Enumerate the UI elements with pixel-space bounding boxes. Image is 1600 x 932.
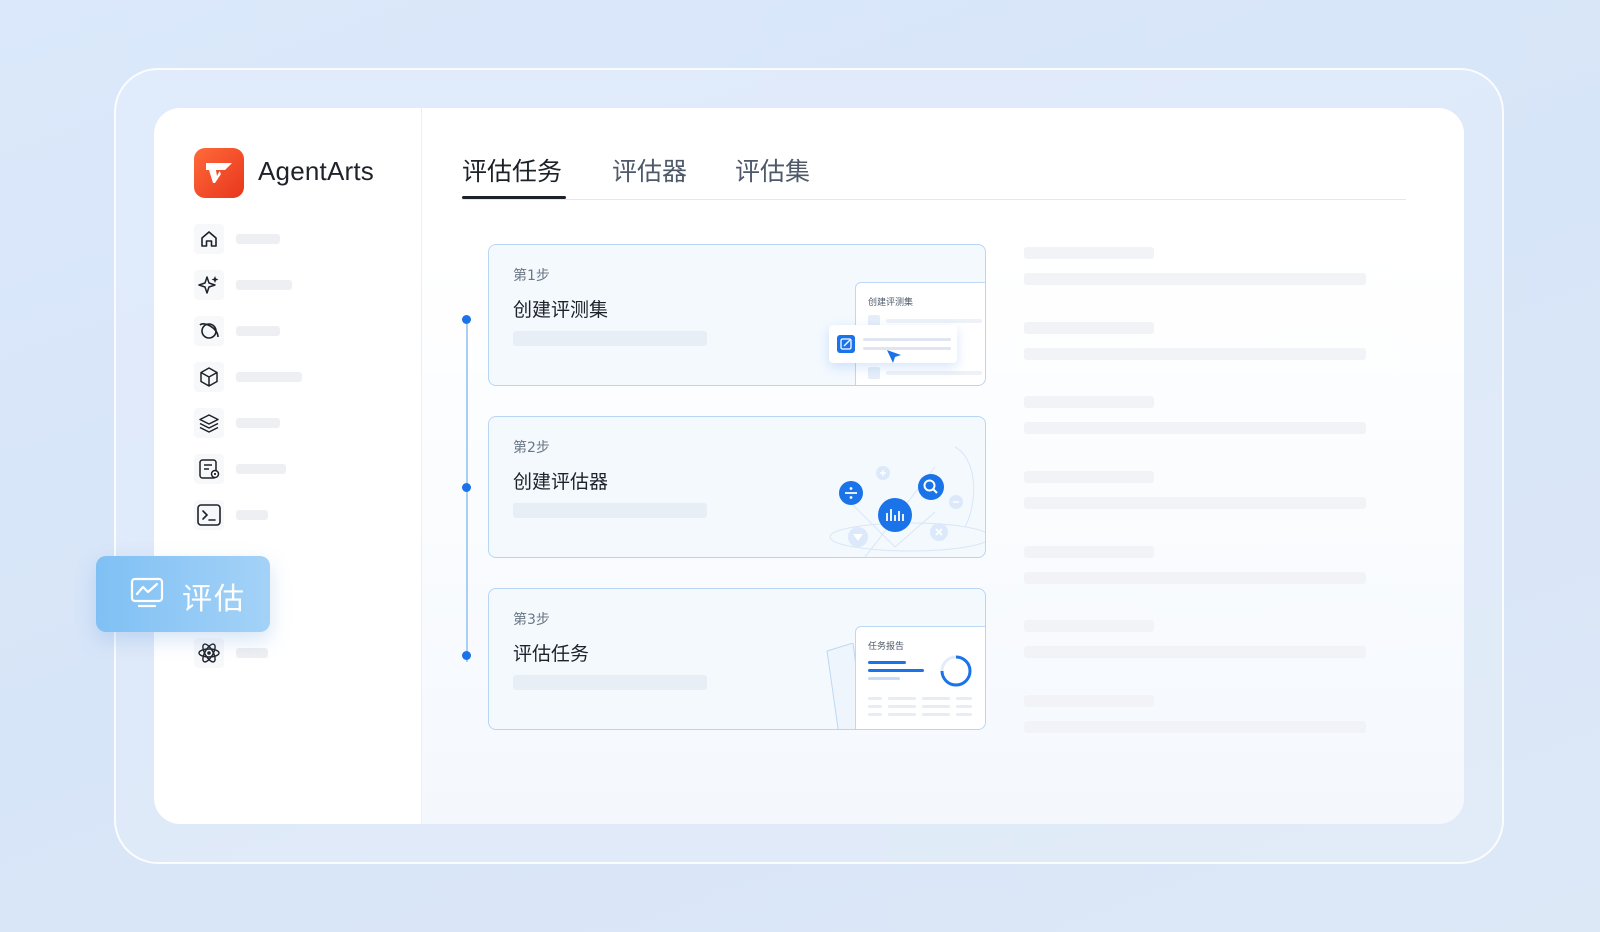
placeholder-line bbox=[1024, 572, 1366, 584]
home-icon bbox=[194, 224, 224, 254]
document-settings-icon bbox=[194, 454, 224, 484]
sidebar-item-agents[interactable] bbox=[194, 270, 394, 302]
placeholder-heading bbox=[1024, 247, 1154, 259]
sidebar-label-placeholder bbox=[236, 372, 302, 382]
placeholder-heading bbox=[1024, 546, 1154, 558]
cube-icon bbox=[194, 362, 224, 392]
sidebar-item-home[interactable] bbox=[194, 224, 394, 256]
sidebar-item-integrations[interactable] bbox=[194, 638, 394, 670]
app-name: AgentArts bbox=[258, 156, 374, 186]
sparkle-icon bbox=[194, 270, 224, 300]
sidebar-item-prompts[interactable] bbox=[194, 454, 394, 486]
app-logo bbox=[194, 148, 244, 198]
atom-icon bbox=[194, 638, 224, 668]
main-content: 评估任务 评估器 评估集 第1步 创建评测集 创建评测集 第2步 创建评估器 第… bbox=[422, 108, 1464, 824]
selected-dataset-row bbox=[829, 325, 957, 363]
placeholder-line bbox=[1024, 422, 1366, 434]
timeline-dot bbox=[462, 651, 471, 660]
task-report-illustration bbox=[868, 655, 972, 716]
step-card-create-dataset[interactable]: 第1步 创建评测集 创建评测集 bbox=[488, 244, 986, 386]
step-title: 创建评估器 bbox=[513, 471, 609, 493]
placeholder-heading bbox=[1024, 471, 1154, 483]
tab-evaluation-tasks[interactable]: 评估任务 bbox=[462, 152, 562, 200]
timeline-line bbox=[466, 324, 468, 662]
tab-bar: 评估任务 评估器 评估集 bbox=[462, 152, 1406, 200]
placeholder-line bbox=[1024, 721, 1366, 733]
step-number: 第1步 bbox=[513, 268, 550, 284]
step-title: 评估任务 bbox=[513, 643, 590, 665]
placeholder-heading bbox=[1024, 396, 1154, 408]
placeholder-line bbox=[1024, 273, 1366, 285]
sidebar-label-placeholder bbox=[236, 280, 292, 290]
sidebar-item-components[interactable] bbox=[194, 362, 394, 394]
step-number: 第3步 bbox=[513, 612, 550, 628]
layers-icon bbox=[194, 408, 224, 438]
timeline-dot bbox=[462, 315, 471, 324]
evaluator-network-illustration bbox=[829, 446, 985, 557]
step-description-placeholder bbox=[513, 503, 707, 518]
placeholder-heading bbox=[1024, 620, 1154, 632]
sidebar-label-placeholder bbox=[236, 510, 268, 520]
sidebar-item-terminal[interactable] bbox=[194, 500, 394, 532]
sidebar-label-placeholder bbox=[236, 326, 280, 336]
sidebar-item-evaluation[interactable]: 评估 bbox=[96, 556, 270, 632]
planet-icon bbox=[194, 316, 224, 346]
sidebar-label-placeholder bbox=[236, 648, 268, 658]
sidebar-label-placeholder bbox=[236, 234, 280, 244]
terminal-icon bbox=[194, 500, 224, 530]
edit-icon bbox=[837, 335, 951, 363]
placeholder-heading bbox=[1024, 695, 1154, 707]
step-title: 创建评测集 bbox=[513, 299, 609, 321]
step-number: 第2步 bbox=[513, 440, 550, 456]
sidebar-item-models[interactable] bbox=[194, 316, 394, 348]
sidebar-label-placeholder bbox=[236, 418, 280, 428]
timeline-dot bbox=[462, 483, 471, 492]
tab-evaluators[interactable]: 评估器 bbox=[612, 152, 687, 200]
placeholder-line bbox=[1024, 646, 1366, 658]
step-description-placeholder bbox=[513, 331, 707, 346]
placeholder-line bbox=[1024, 497, 1366, 509]
step-card-create-evaluator[interactable]: 第2步 创建评估器 bbox=[488, 416, 986, 558]
logo-glyph-icon bbox=[206, 163, 232, 183]
tab-evaluation-sets[interactable]: 评估集 bbox=[735, 152, 810, 200]
app-window: AgentArts 评估任务 评估器 评估集 第1步 创建评测集 创建评测集 第… bbox=[154, 108, 1464, 824]
sidebar: AgentArts bbox=[154, 108, 422, 824]
active-tab-indicator bbox=[462, 196, 566, 199]
sidebar-label-placeholder bbox=[236, 464, 286, 474]
sidebar-item-knowledge[interactable] bbox=[194, 408, 394, 440]
sidebar-item-label: 评估 bbox=[182, 582, 246, 617]
step-description-placeholder bbox=[513, 675, 707, 690]
monitor-chart-icon bbox=[130, 577, 164, 608]
step-card-evaluation-task[interactable]: 第3步 评估任务 任务报告 bbox=[488, 588, 986, 730]
placeholder-line bbox=[1024, 348, 1366, 360]
task-report-panel: 任务报告 bbox=[855, 626, 985, 729]
placeholder-heading bbox=[1024, 322, 1154, 334]
